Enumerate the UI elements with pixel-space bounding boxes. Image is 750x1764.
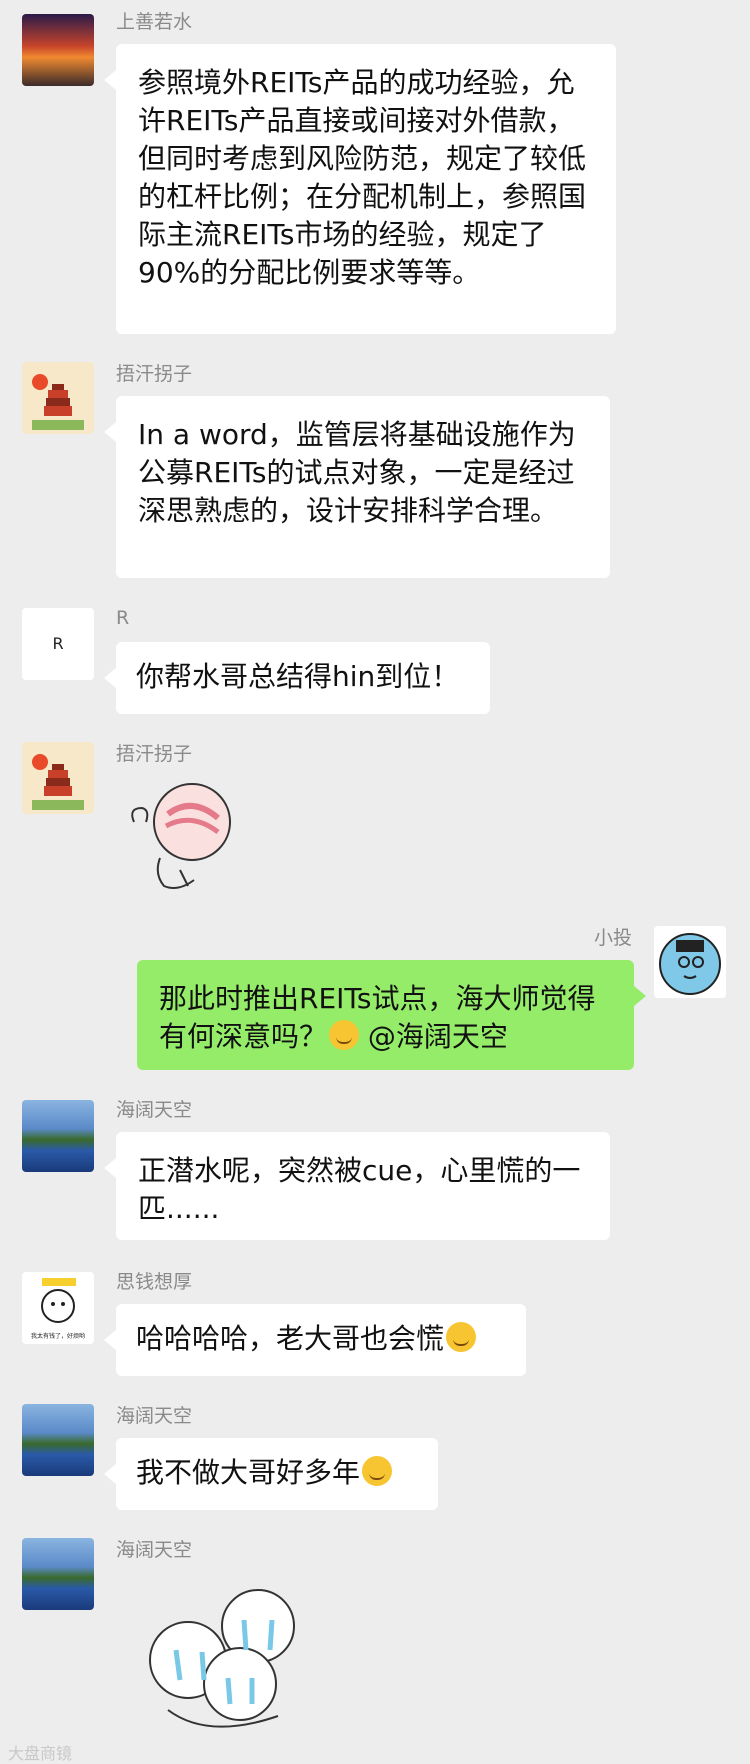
sender-name: 捂汗拐子 bbox=[116, 743, 193, 765]
avatar-caption: 我太有钱了，好烦哟 bbox=[30, 1333, 85, 1340]
sender-name: R bbox=[116, 607, 130, 629]
sender-name: 上善若水 bbox=[116, 11, 193, 33]
watermark: 大盘商镜 bbox=[8, 1744, 73, 1763]
sender-name: 思钱想厚 bbox=[116, 1271, 193, 1293]
avatar-boy[interactable] bbox=[654, 926, 726, 998]
squint-emoji-icon bbox=[329, 1020, 360, 1050]
avatar-sticker-face[interactable]: 我太有钱了，好烦哟 bbox=[22, 1272, 94, 1344]
crying-hug-sticker[interactable] bbox=[140, 1580, 320, 1748]
thinking-emoji-icon bbox=[446, 1322, 477, 1352]
avatar-lake[interactable] bbox=[22, 1404, 94, 1476]
tower-icon bbox=[32, 374, 84, 430]
grin-emoji-icon bbox=[362, 1456, 393, 1486]
avatar-tower[interactable] bbox=[22, 362, 94, 434]
sender-name: 海阔天空 bbox=[116, 1405, 193, 1427]
sender-name: 海阔天空 bbox=[116, 1539, 193, 1561]
message-bubble[interactable]: 那此时推出REITs试点，海大师觉得有何深意吗？ @海阔天空 bbox=[137, 960, 646, 1070]
mention-tag[interactable]: @海阔天空 bbox=[368, 1020, 508, 1053]
avatar-tower[interactable] bbox=[22, 742, 94, 814]
avatar-lake[interactable] bbox=[22, 1538, 94, 1610]
tower-icon bbox=[32, 754, 84, 810]
avatar-lake[interactable] bbox=[22, 1100, 94, 1172]
peach-hug-sticker[interactable] bbox=[124, 778, 244, 898]
message-bubble[interactable]: In a word，监管层将基础设施作为公募REITs的试点对象，一定是经过深思… bbox=[104, 396, 610, 578]
message-bubble[interactable]: 哈哈哈哈，老大哥也会慌 bbox=[104, 1304, 526, 1376]
message-text: 哈哈哈哈，老大哥也会慌 bbox=[136, 1322, 445, 1355]
sender-name: 捂汗拐子 bbox=[116, 363, 193, 385]
message-bubble[interactable]: 你帮水哥总结得hin到位！ bbox=[104, 642, 490, 714]
avatar-r[interactable]: R bbox=[22, 608, 94, 680]
message-text: 我不做大哥好多年 bbox=[136, 1456, 361, 1489]
message-bubble[interactable]: 参照境外REITs产品的成功经验，允许REITs产品直接或间接对外借款，但同时考… bbox=[104, 44, 616, 334]
sender-name: 小投 bbox=[593, 927, 632, 949]
boy-face-icon bbox=[659, 933, 721, 995]
message-bubble[interactable]: 我不做大哥好多年 bbox=[104, 1438, 438, 1510]
message-bubble[interactable]: 正潜水呢，突然被cue，心里慌的一匹...... bbox=[104, 1132, 610, 1240]
sender-name: 海阔天空 bbox=[116, 1099, 193, 1121]
avatar-letter: R bbox=[52, 634, 64, 653]
avatar-sunset[interactable] bbox=[22, 14, 94, 86]
